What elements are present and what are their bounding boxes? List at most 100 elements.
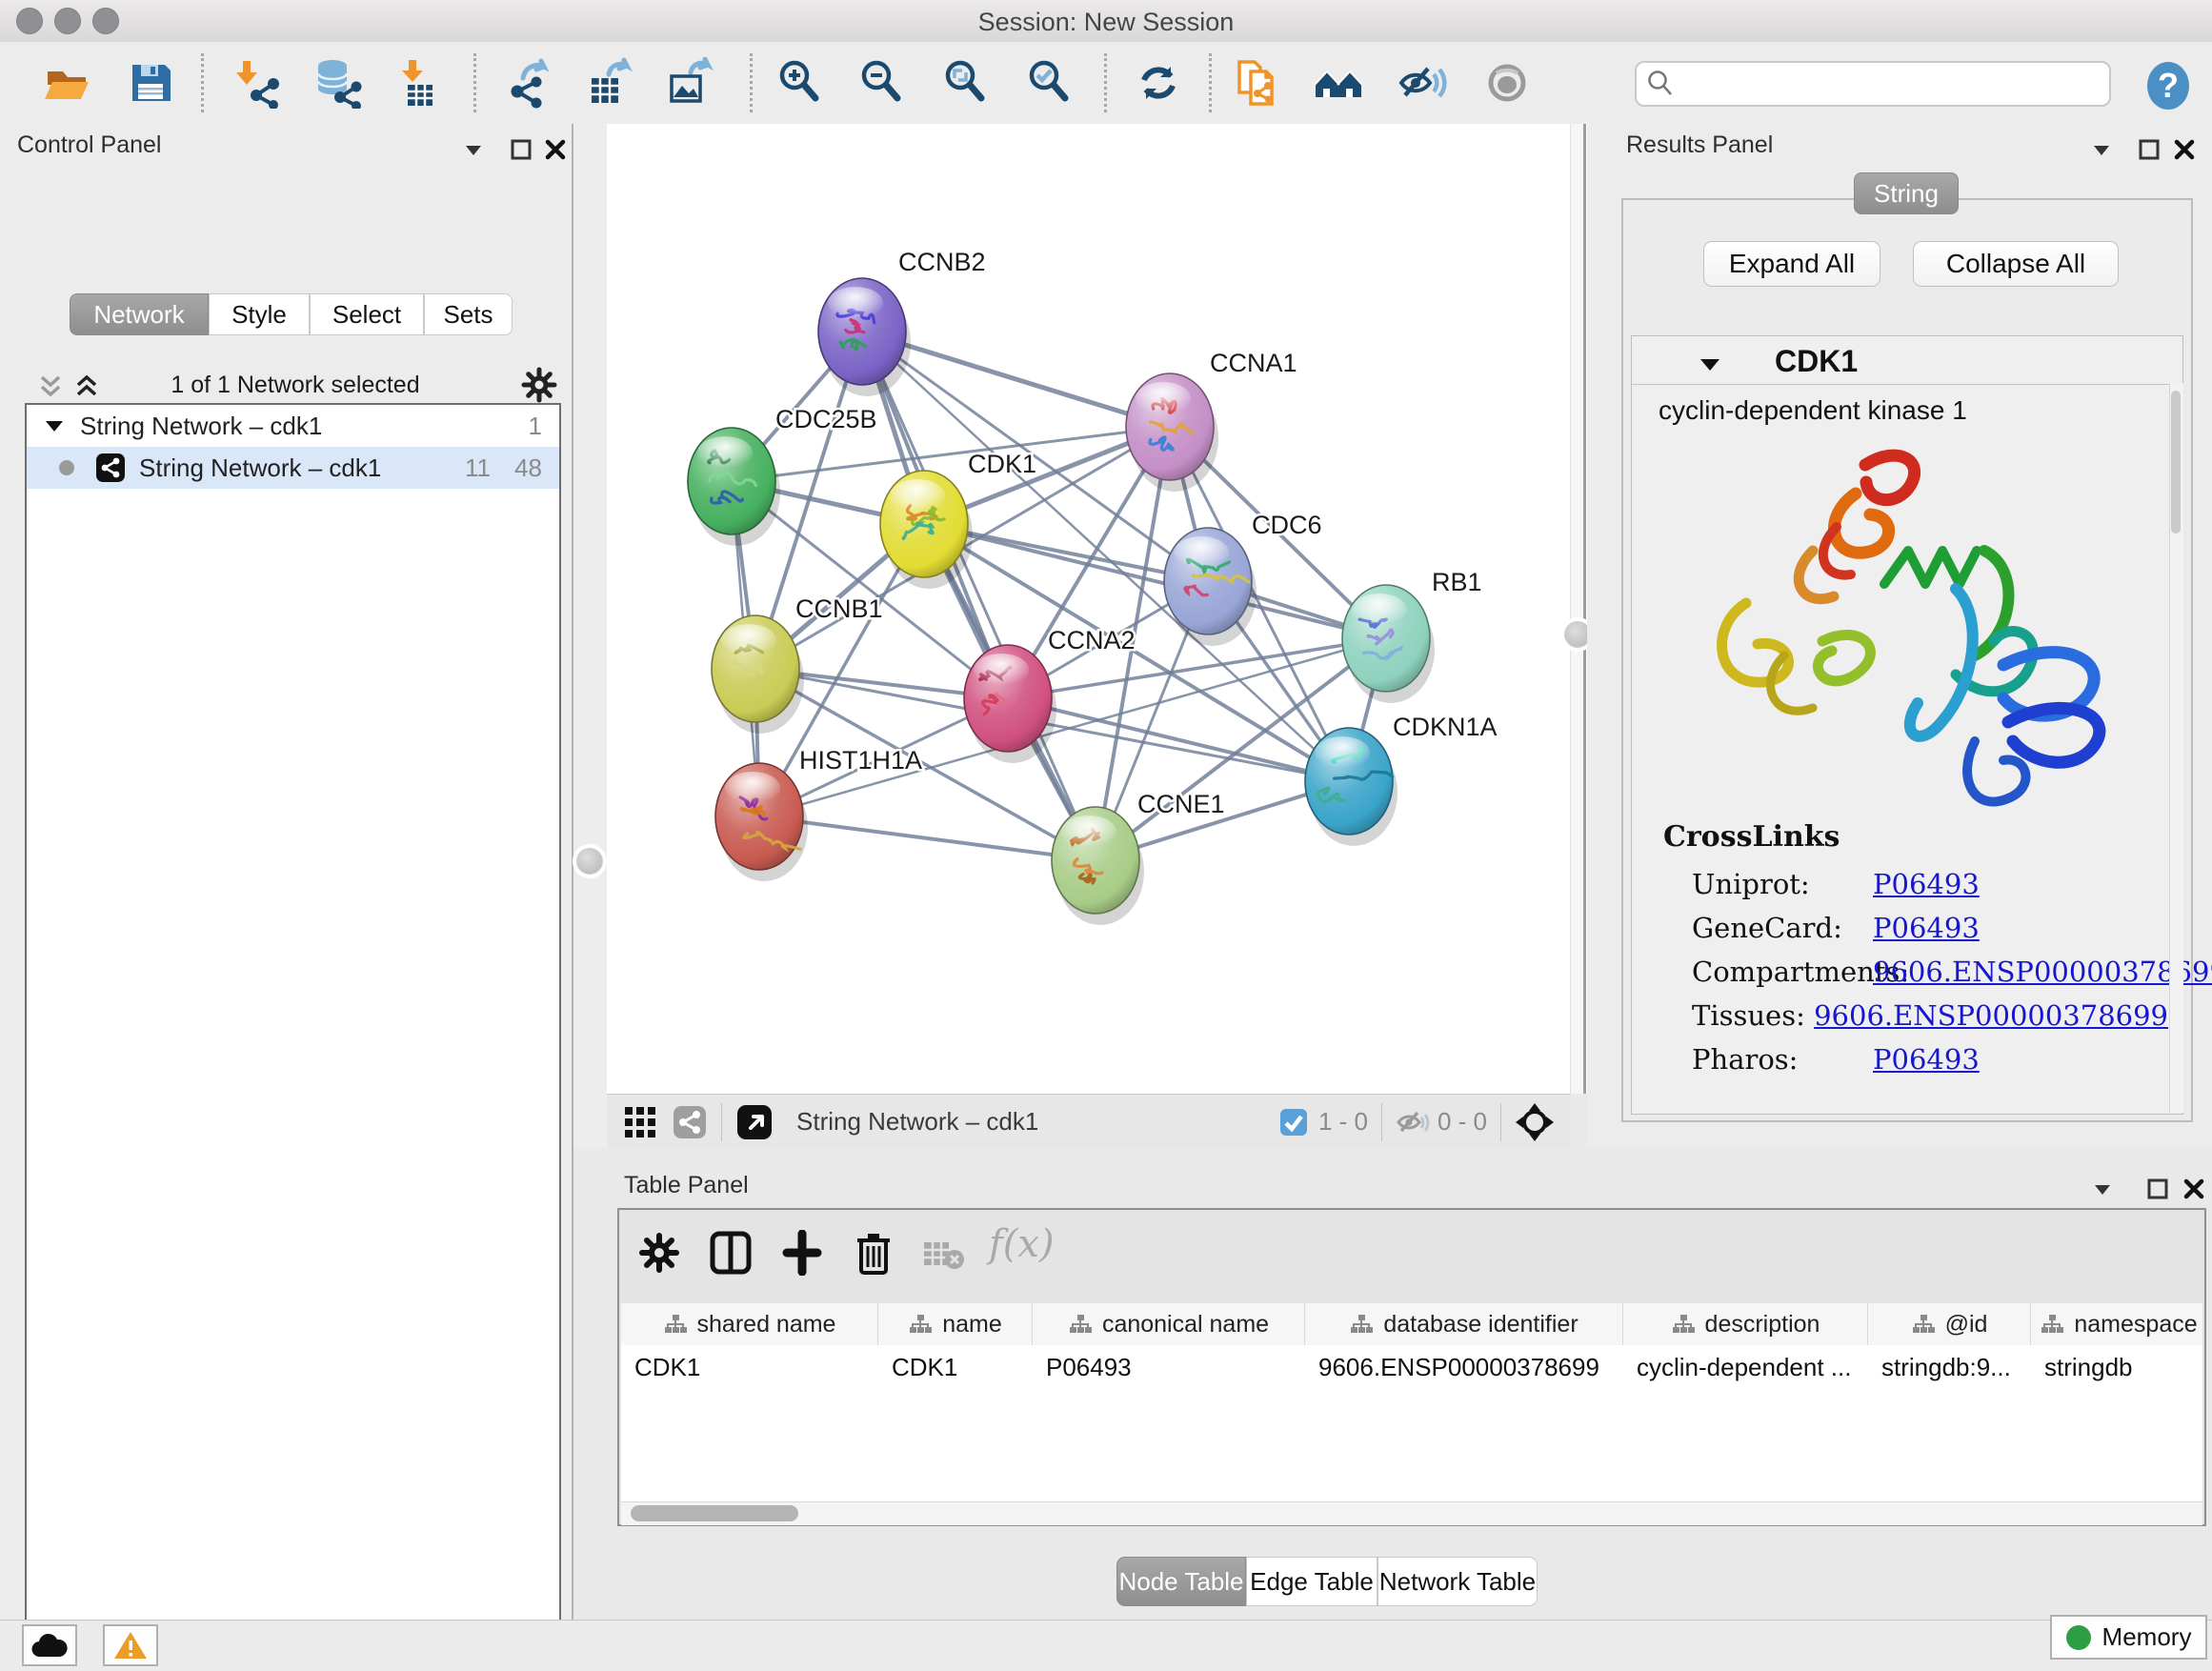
- search-input[interactable]: [1684, 70, 2109, 98]
- column-header-name[interactable]: name: [878, 1303, 1033, 1345]
- column-header-canonical-name[interactable]: canonical name: [1033, 1303, 1305, 1345]
- edge-CCNB2-CCNE1[interactable]: [862, 332, 1096, 860]
- cell-shared-name[interactable]: CDK1: [621, 1345, 878, 1389]
- zoom-in-icon[interactable]: [774, 57, 826, 109]
- section-collapse-arrow-icon[interactable]: [1697, 352, 1723, 378]
- tab-edge-table[interactable]: Edge Table: [1246, 1557, 1377, 1606]
- hide-unhide-icon[interactable]: [1398, 57, 1449, 109]
- zoom-out-icon[interactable]: [856, 57, 908, 109]
- node-HIST1H1A[interactable]: HIST1H1A: [715, 746, 922, 881]
- expand-all-button[interactable]: Expand All: [1703, 241, 1880, 287]
- grid-view-icon[interactable]: [622, 1104, 658, 1140]
- delete-column-trash-icon[interactable]: [854, 1229, 894, 1277]
- save-session-icon[interactable]: [125, 57, 176, 109]
- duplicate-network-icon[interactable]: [1232, 57, 1283, 109]
- refresh-layout-icon[interactable]: [1133, 57, 1184, 109]
- import-table-from-file-icon[interactable]: [393, 57, 445, 109]
- help-icon[interactable]: ?: [2142, 59, 2195, 112]
- crosslink-link[interactable]: P06493: [1873, 1043, 1980, 1076]
- show-columns-icon[interactable]: [709, 1230, 753, 1276]
- network-options-gear-icon[interactable]: [520, 366, 558, 404]
- network-view-icon[interactable]: [672, 1104, 708, 1140]
- network-collection-row[interactable]: String Network – cdk1 1: [27, 405, 559, 447]
- node-CCNB1[interactable]: CCNB1: [712, 594, 883, 734]
- birds-eye-navigator-icon[interactable]: [1515, 1102, 1555, 1142]
- panel-menu-icon[interactable]: [2088, 1175, 2117, 1203]
- network-canvas[interactable]: CCNB2CCNA1CDC25BCDK1CDC6RB1CCNB1CCNA2CDK…: [607, 124, 1570, 1094]
- selected-checkbox-icon[interactable]: [1278, 1107, 1309, 1137]
- cell-namespace[interactable]: stringdb: [2031, 1345, 2202, 1389]
- column-header-description[interactable]: description: [1623, 1303, 1868, 1345]
- tab-string[interactable]: String: [1854, 172, 1959, 214]
- import-network-from-database-icon[interactable]: [312, 57, 363, 109]
- cloud-button[interactable]: [22, 1624, 77, 1666]
- import-network-from-file-icon[interactable]: [230, 57, 281, 109]
- close-panel-icon[interactable]: [2170, 135, 2199, 164]
- panel-menu-icon[interactable]: [459, 135, 488, 164]
- cell-at-id[interactable]: stringdb:9...: [1868, 1345, 2031, 1389]
- crosslink-link[interactable]: 9606.ENSP00000378699: [1873, 956, 2212, 988]
- string-network-graph[interactable]: CCNB2CCNA1CDC25BCDK1CDC6RB1CCNB1CCNA2CDK…: [607, 124, 1570, 1094]
- cell-name[interactable]: CDK1: [878, 1345, 1033, 1389]
- show-all-networks-icon[interactable]: [1314, 57, 1365, 109]
- zoom-selected-icon[interactable]: [1024, 57, 1076, 109]
- show-graphics-details-icon[interactable]: [1481, 57, 1533, 109]
- collapse-all-chevron-icon[interactable]: [34, 370, 67, 402]
- memory-button[interactable]: Memory: [2050, 1615, 2207, 1660]
- tab-network-table[interactable]: Network Table: [1377, 1557, 1538, 1606]
- table-settings-gear-icon[interactable]: [638, 1232, 680, 1274]
- open-session-icon[interactable]: [41, 57, 92, 109]
- edge-HIST1H1A-CCNE1[interactable]: [759, 816, 1096, 860]
- tab-sets[interactable]: Sets: [424, 293, 513, 335]
- close-panel-icon[interactable]: [541, 135, 570, 164]
- function-builder-icon[interactable]: f(x): [989, 1222, 1055, 1266]
- table-horizontal-scrollbar[interactable]: [621, 1501, 2202, 1525]
- left-splitter-grip[interactable]: [576, 848, 603, 875]
- edge-CDK1-RB1[interactable]: [924, 524, 1386, 638]
- float-panel-icon[interactable]: [2143, 1175, 2172, 1203]
- hidden-eye-icon[interactable]: [1396, 1105, 1430, 1139]
- collapse-all-button[interactable]: Collapse All: [1913, 241, 2119, 287]
- table-scrollbar-thumb[interactable]: [631, 1505, 798, 1521]
- crosslink-link[interactable]: P06493: [1873, 912, 1980, 944]
- column-header-shared-name[interactable]: shared name: [621, 1303, 878, 1345]
- cell-description[interactable]: cyclin-dependent ...: [1623, 1345, 1868, 1389]
- delete-table-icon[interactable]: [922, 1238, 966, 1271]
- node-CCNE1[interactable]: CCNE1: [1052, 790, 1225, 925]
- float-panel-icon[interactable]: [507, 135, 535, 164]
- node-RB1[interactable]: RB1: [1342, 568, 1482, 703]
- cell-canonical-name[interactable]: P06493: [1033, 1345, 1305, 1389]
- tree-expand-arrow-icon[interactable]: [42, 413, 67, 438]
- crosslink-link[interactable]: P06493: [1873, 868, 1980, 900]
- node-CDKN1A[interactable]: CDKN1A: [1305, 713, 1498, 846]
- detach-view-icon[interactable]: [735, 1103, 774, 1141]
- float-panel-icon[interactable]: [2135, 135, 2163, 164]
- column-header-namespace[interactable]: namespace: [2031, 1303, 2202, 1345]
- column-header-database-identifier[interactable]: database identifier: [1305, 1303, 1623, 1345]
- svg-text:?: ?: [2158, 66, 2179, 105]
- results-scrollbar-thumb[interactable]: [2171, 391, 2181, 534]
- crosslink-link[interactable]: 9606.ENSP00000378699: [1814, 999, 2168, 1032]
- create-column-icon[interactable]: [781, 1230, 823, 1276]
- tab-select[interactable]: Select: [310, 293, 424, 335]
- warnings-button[interactable]: [103, 1624, 158, 1666]
- export-table-icon[interactable]: [584, 57, 635, 109]
- cell-database-identifier[interactable]: 9606.ENSP00000378699: [1305, 1345, 1623, 1389]
- export-network-icon[interactable]: [504, 57, 555, 109]
- expand-all-chevron-icon[interactable]: [70, 370, 103, 402]
- tab-network[interactable]: Network: [70, 293, 209, 335]
- tab-style[interactable]: Style: [209, 293, 310, 335]
- tab-node-table[interactable]: Node Table: [1116, 1557, 1246, 1606]
- column-header-at-id[interactable]: @id: [1868, 1303, 2031, 1345]
- node-CCNB2[interactable]: CCNB2: [818, 248, 986, 396]
- close-panel-icon[interactable]: [2180, 1175, 2208, 1203]
- toolbar-separator: [750, 53, 753, 112]
- node-CDC6[interactable]: CDC6: [1164, 511, 1322, 646]
- table-row[interactable]: CDK1CDK1P064939606.ENSP00000378699cyclin…: [621, 1345, 2202, 1389]
- panel-menu-icon[interactable]: [2087, 135, 2116, 164]
- crosslink-row: GeneCard:P06493: [1692, 906, 2168, 950]
- network-row-selected[interactable]: String Network – cdk1 11 48: [27, 447, 559, 489]
- zoom-fit-content-icon[interactable]: [940, 57, 992, 109]
- export-image-icon[interactable]: [664, 57, 715, 109]
- node-CCNA2[interactable]: CCNA2: [964, 626, 1136, 763]
